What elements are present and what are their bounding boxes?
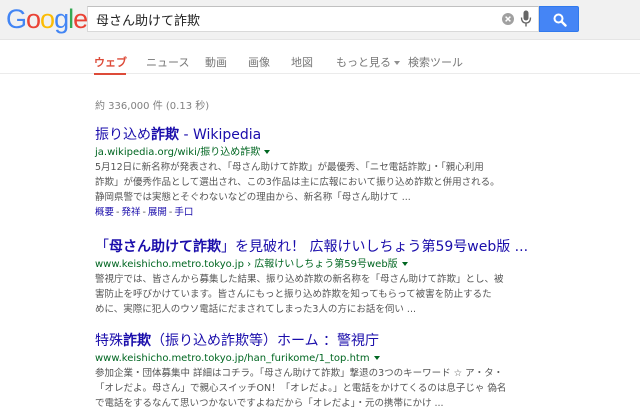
logo-letter: g (54, 4, 69, 34)
result-title-link[interactable]: 特殊詐欺（振り込め詐欺等）ホーム ：警視庁 (95, 332, 595, 350)
tab-images[interactable]: 画像 (248, 56, 270, 70)
result-title-link[interactable]: 「母さん助けて詐欺」を見破れ！ 広報けいしちょう第59号web版 ... (95, 238, 595, 256)
sitelink[interactable]: 展開 (148, 207, 167, 218)
title-text: （振り込め詐欺等）ホーム ：警視庁 (151, 333, 380, 349)
search-button[interactable] (539, 6, 579, 32)
result-snippet-line: 害防止を呼びかけています。皆さんにもっと振り込め詐欺を知ってもらって被害を防止す… (95, 289, 492, 300)
separator: - (116, 207, 120, 218)
result-snippet-line: 静岡県警では実態とそぐわないなどの理由から、新名称「母さん助けて ... (95, 192, 411, 203)
sitelink[interactable]: 発祥 (121, 207, 140, 218)
title-text: 」を見破れ！ 広報けいしちょう第59号web版 ... (221, 239, 529, 255)
logo-letter: o (40, 4, 55, 34)
title-text: 特殊 (95, 333, 123, 349)
result-snippet-line: 参加企業・団体募集中 詳細はコチラ。「母さん助けて詐欺」撃退の3つのキーワード … (95, 368, 504, 379)
result-snippet-line: めに、実際に犯人のウソ電話にだまされてしまった3人の方にお話を伺い ... (95, 304, 416, 315)
tab-more[interactable]: もっと見る (336, 56, 400, 70)
header-bar: Google (0, 0, 640, 40)
url-text: www.keishicho.metro.tokyo.jp/han_furikom… (95, 353, 370, 364)
sitelinks: 概要 - 発祥 - 展開 - 手口 (95, 205, 595, 220)
chevron-down-icon (394, 61, 400, 65)
result-snippet-line: で電話をするなんて思いつかないですよねだから「オレだよ」・元の携帯にかけ ... (95, 398, 444, 409)
title-highlight: 詐欺 (151, 127, 179, 143)
search-result: 振り込め詐欺 - Wikipedia ja.wikipedia.org/wiki… (95, 126, 595, 220)
url-text: ja.wikipedia.org/wiki/振り込め詐欺 (95, 147, 261, 158)
sitelink[interactable]: 手口 (174, 207, 193, 218)
tab-search-tools[interactable]: 検索ツール (408, 56, 463, 70)
result-url: ja.wikipedia.org/wiki/振り込め詐欺 (95, 145, 595, 160)
search-input[interactable] (96, 10, 496, 28)
result-snippet-line: 「オレだよ。母さん」で親心スイッチON！「オレだよ。」と電話をかけてくるのは息子… (95, 383, 507, 394)
url-text: www.keishicho.metro.tokyo.jp › 広報けいしちょう第… (95, 259, 398, 270)
title-highlight: 詐欺 (123, 333, 151, 349)
search-result: 特殊詐欺（振り込め詐欺等）ホーム ：警視庁 www.keishicho.metr… (95, 332, 595, 411)
url-dropdown-icon[interactable] (401, 262, 408, 266)
logo-letter: G (6, 4, 27, 34)
tab-news[interactable]: ニュース (146, 56, 189, 70)
search-icon (553, 13, 567, 27)
result-url: www.keishicho.metro.tokyo.jp › 広報けいしちょう第… (95, 257, 595, 272)
tab-maps[interactable]: 地図 (291, 56, 313, 70)
separator: - (168, 207, 173, 218)
tab-web[interactable]: ウェブ (94, 56, 127, 70)
result-url: www.keishicho.metro.tokyo.jp/han_furikom… (95, 351, 595, 366)
result-snippet-line: 警視庁では、皆さんから募集した結果、振り込め詐欺の新名称を「母さん助けて詐欺」と… (95, 274, 504, 285)
title-text: - Wikipedia (179, 127, 262, 143)
title-text: 「 (95, 239, 109, 255)
clear-icon[interactable] (502, 13, 514, 25)
logo-letter: o (26, 4, 41, 34)
tab-video[interactable]: 動画 (205, 56, 227, 70)
tab-more-label: もっと見る (336, 56, 391, 69)
separator: - (142, 207, 146, 218)
search-tabs: ウェブ ニュース 動画 画像 地図 もっと見る 検索ツール (0, 46, 640, 75)
result-snippet-line: 詐欺」が優秀作品として選出され、この3作品は主に広報において振り込め詐欺と併用さ… (95, 177, 500, 188)
result-snippet-line: 5月12日に新名称が発表され、「母さん助けて詐欺」が最優秀、「ニセ電話詐欺」・「… (95, 162, 484, 173)
active-tab-indicator (94, 73, 126, 75)
search-result: 「母さん助けて詐欺」を見破れ！ 広報けいしちょう第59号web版 ... www… (95, 238, 595, 317)
logo-letter: e (73, 4, 88, 34)
sitelink[interactable]: 概要 (95, 207, 114, 218)
search-box[interactable] (87, 6, 539, 32)
title-text: 振り込め (95, 127, 151, 143)
url-dropdown-icon[interactable] (373, 356, 380, 360)
title-highlight: 母さん助けて詐欺 (109, 239, 221, 255)
microphone-icon[interactable] (520, 10, 532, 28)
google-logo[interactable]: Google (6, 4, 88, 34)
result-stats: 約 336,000 件 (0.13 秒) (95, 101, 210, 112)
result-title-link[interactable]: 振り込め詐欺 - Wikipedia (95, 126, 595, 144)
url-dropdown-icon[interactable] (264, 150, 271, 154)
